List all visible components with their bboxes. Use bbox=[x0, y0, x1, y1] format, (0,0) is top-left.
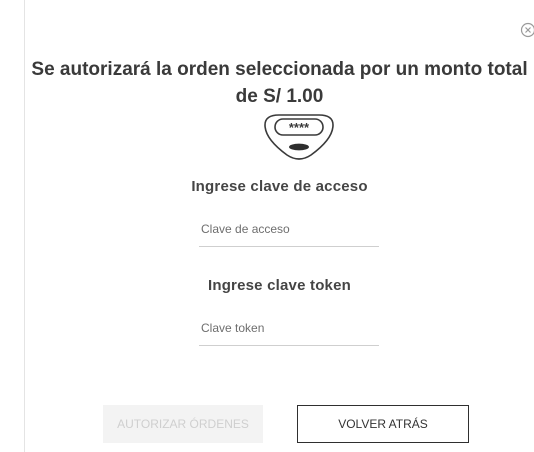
modal-title: Se autorizará la orden seleccionada por … bbox=[31, 59, 528, 107]
access-key-input[interactable] bbox=[199, 222, 379, 247]
authorization-modal: Se autorizará la orden seleccionada por … bbox=[24, 0, 534, 452]
go-back-button[interactable]: VOLVER ATRÁS bbox=[297, 405, 469, 443]
close-icon[interactable] bbox=[520, 22, 534, 38]
token-display-text: **** bbox=[289, 120, 310, 135]
authorize-orders-button[interactable]: AUTORIZAR ÓRDENES bbox=[103, 405, 263, 443]
token-key-input[interactable] bbox=[199, 321, 379, 346]
token-device-icon: **** bbox=[259, 111, 339, 165]
token-key-label: Ingrese clave token bbox=[207, 277, 352, 294]
access-key-label: Ingrese clave de acceso bbox=[191, 178, 368, 195]
